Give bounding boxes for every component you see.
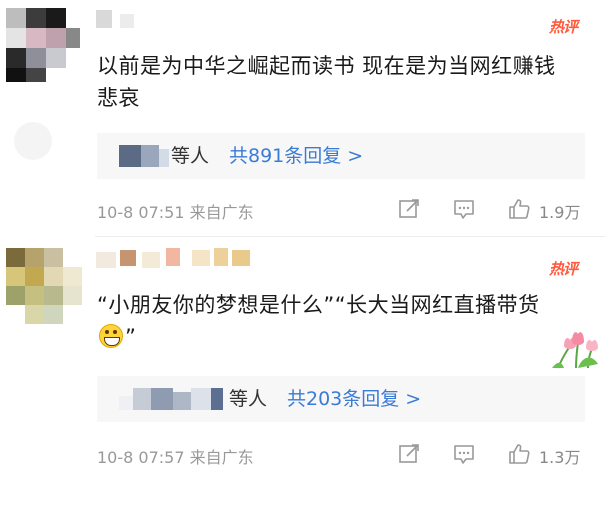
comment-item: 热评 以前是为中华之崛起而读书 现在是为当网红赚钱 悲哀 等人 共891条回复 … xyxy=(0,0,605,236)
timestamp: 10-8 07:51 来自广东 xyxy=(97,203,254,222)
like-count: 1.9万 xyxy=(539,203,581,222)
reply-summary-box[interactable]: 等人 共891条回复 > xyxy=(97,133,585,179)
comment-text: 以前是为中华之崛起而读书 现在是为当网红赚钱 悲哀 xyxy=(97,54,556,110)
share-icon[interactable] xyxy=(397,442,421,466)
username-blurred[interactable] xyxy=(96,8,246,30)
reply-count-link[interactable]: 共891条回复 > xyxy=(229,143,363,169)
comment-text: “小朋友你的梦想是什么”“长大当网红直播带货” xyxy=(97,293,540,349)
reply-count-link[interactable]: 共203条回复 > xyxy=(287,386,421,412)
comment-meta-row: 10-8 07:57 来自广东 1.3万 xyxy=(97,442,605,468)
avatar[interactable] xyxy=(6,248,82,324)
hot-comment-badge: 热评 xyxy=(549,18,578,36)
reply-summary-box[interactable]: 等人 共203条回复 > xyxy=(97,376,585,422)
comment-meta-row: 10-8 07:51 来自广东 1.9万 xyxy=(97,197,605,223)
comment-item: 热评 “小朋友你的梦想是什么”“长大当网红直播带货” 等人 共203条回复 > … xyxy=(0,236,605,526)
comment-icon[interactable] xyxy=(452,197,476,221)
grinning-face-emoji xyxy=(99,324,123,348)
comment-icon[interactable] xyxy=(452,442,476,466)
avatar[interactable] xyxy=(6,8,80,82)
timestamp: 10-8 07:57 来自广东 xyxy=(97,448,254,467)
avatar-placeholder xyxy=(14,122,52,160)
thumbs-up-icon[interactable] xyxy=(507,442,531,466)
username-blurred[interactable] xyxy=(96,248,266,272)
reply-others-label: 等人 xyxy=(171,145,210,167)
tulip-flower-sticker xyxy=(552,332,598,369)
thumbs-up-icon[interactable] xyxy=(507,197,531,221)
like-count: 1.3万 xyxy=(539,448,581,467)
hot-comment-badge: 热评 xyxy=(549,260,578,278)
reply-others-label: 等人 xyxy=(229,388,268,410)
share-icon[interactable] xyxy=(397,197,421,221)
